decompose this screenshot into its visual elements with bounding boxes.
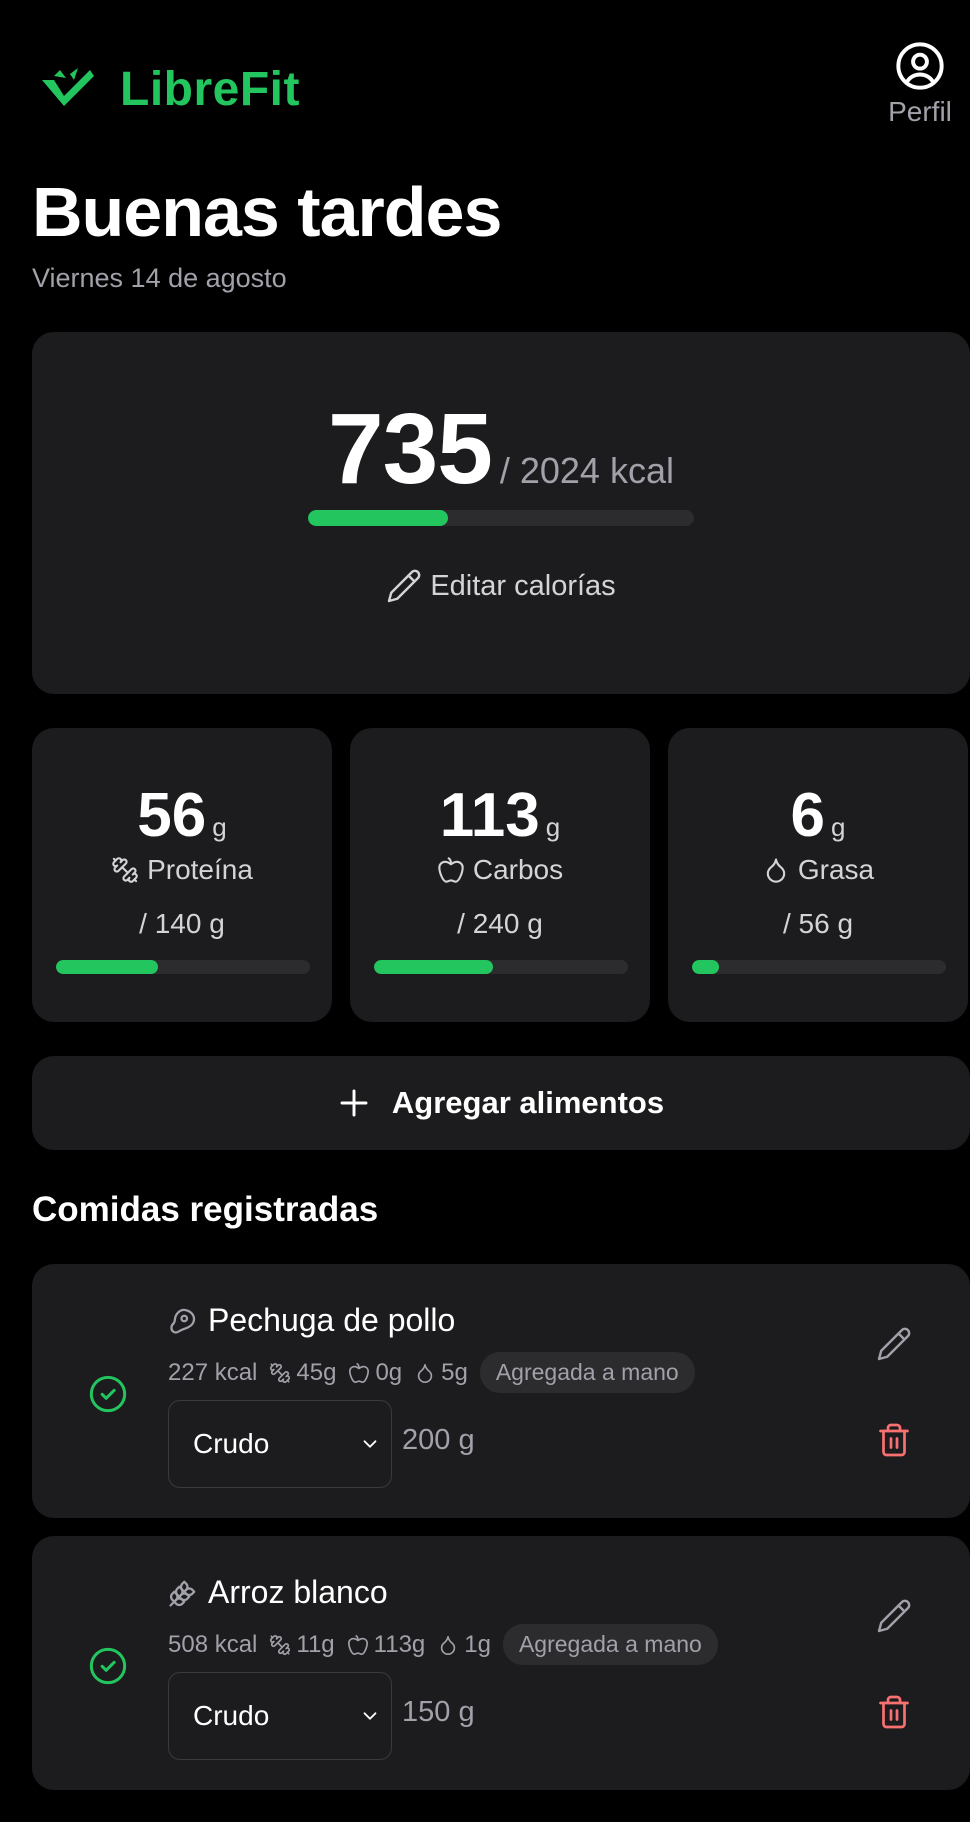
chevron-down-icon — [359, 1705, 381, 1727]
logged-meals-title: Comidas registradas — [32, 1190, 379, 1229]
meal-fat-value: 5g — [441, 1358, 468, 1386]
meal-title: Arroz blanco — [168, 1574, 388, 1611]
macro-goal: / 240 g — [457, 908, 543, 939]
meal-stats: 508 kcal 11g 113g 1g Agregada a mano — [168, 1624, 718, 1665]
macro-card-fat: 6g Grasa / 56 g — [668, 728, 968, 1022]
macro-goal: / 56 g — [782, 908, 854, 939]
meal-kcal: 508 kcal — [168, 1630, 258, 1658]
calories-consumed: 735 — [328, 393, 493, 505]
meal-fat: 5g — [414, 1359, 468, 1387]
chevron-down-icon — [359, 1433, 381, 1455]
macro-value-row: 6g — [668, 780, 968, 851]
meal-carbs: 0g — [348, 1359, 402, 1387]
macro-value: 56 — [137, 781, 207, 850]
meal-title: Pechuga de pollo — [168, 1302, 455, 1339]
macro-progress-fill — [692, 960, 720, 974]
dumbbell-icon — [269, 1362, 291, 1384]
preparation-value: Crudo — [193, 1428, 270, 1459]
edit-meal-pencil-icon[interactable] — [876, 1326, 912, 1362]
drop-icon — [762, 856, 790, 884]
add-food-label: Agregar alimentos — [391, 1085, 665, 1120]
greeting-title: Buenas tardes — [32, 173, 502, 251]
app-header: LibreFit Perfil — [0, 0, 970, 150]
meal-fat-value: 1g — [464, 1630, 491, 1658]
preparation-value: Crudo — [193, 1700, 270, 1731]
meal-carbs: 113g — [347, 1630, 426, 1659]
meal-protein-value: 45g — [296, 1358, 337, 1386]
edit-meal-pencil-icon[interactable] — [876, 1598, 912, 1634]
macro-goal: / 140 g — [139, 908, 225, 939]
macro-value-row: 56 g — [32, 780, 332, 851]
macro-value: 113 — [439, 781, 540, 850]
app-name: LibreFit — [120, 63, 300, 116]
meal-name: Arroz blanco — [208, 1574, 388, 1610]
drop-icon — [437, 1634, 459, 1656]
meal-name: Pechuga de pollo — [208, 1302, 456, 1338]
delete-meal-trash-icon[interactable] — [876, 1694, 912, 1730]
apple-icon — [348, 1362, 370, 1384]
meal-item: Arroz blanco 508 kcal 11g 113g 1g Agrega… — [32, 1536, 970, 1790]
delete-meal-trash-icon[interactable] — [876, 1422, 912, 1458]
calories-card: 735/ 2024 kcal Editar calorías — [32, 332, 970, 694]
app-logo[interactable]: LibreFit — [40, 63, 300, 116]
meal-item: Pechuga de pollo 227 kcal 45g 0g 5g Agre… — [32, 1264, 970, 1518]
macro-name: Grasa — [797, 854, 875, 885]
macro-card-carbs: 113 g Carbos / 240 g — [350, 728, 650, 1022]
meal-kcal: 227 kcal — [168, 1358, 258, 1386]
edit-calories-button[interactable]: Editar calorías — [32, 568, 970, 604]
macro-label: Grasa — [668, 854, 968, 886]
macro-label: Carbos — [350, 854, 650, 886]
meal-protein-value: 11g — [296, 1630, 335, 1658]
meat-icon — [168, 1306, 198, 1336]
macro-unit: g — [212, 812, 227, 842]
add-food-button[interactable]: Agregar alimentos — [32, 1056, 970, 1150]
check-circle-icon[interactable] — [88, 1646, 128, 1686]
meal-carbs-value: 0g — [375, 1358, 403, 1386]
profile-label: Perfil — [888, 96, 952, 127]
calories-progress-fill — [308, 510, 449, 526]
macro-progress-fill — [56, 960, 158, 974]
apple-icon — [347, 1634, 369, 1656]
apple-icon — [437, 856, 465, 884]
macro-value-row: 113 g — [350, 780, 650, 851]
dumbbell-icon — [269, 1634, 291, 1656]
macro-progress-bar — [692, 960, 946, 974]
drop-icon — [414, 1362, 436, 1384]
check-circle-icon[interactable] — [88, 1374, 128, 1414]
meal-carbs-value: 113g — [373, 1630, 426, 1658]
macro-value: 6 — [790, 781, 825, 850]
meal-protein: 45g — [269, 1359, 336, 1387]
macro-progress-fill — [374, 960, 494, 974]
profile-button[interactable]: Perfil — [880, 40, 960, 128]
preparation-select[interactable]: Crudo — [168, 1672, 392, 1760]
calories-summary: 735/ 2024 kcal — [32, 392, 970, 507]
macro-unit: g — [545, 812, 561, 842]
meal-protein: 11g — [269, 1630, 335, 1659]
meal-fat: 1g — [437, 1631, 491, 1659]
meal-source-badge: Agregada a mano — [502, 1624, 718, 1665]
edit-calories-label: Editar calorías — [430, 569, 616, 602]
wheat-icon — [168, 1578, 198, 1608]
current-date: Viernes 14 de agosto — [32, 263, 287, 293]
meal-source-badge: Agregada a mano — [479, 1352, 695, 1393]
dumbbell-icon — [111, 856, 139, 884]
user-circle-icon — [896, 42, 944, 90]
preparation-select[interactable]: Crudo — [168, 1400, 392, 1488]
pencil-icon — [386, 568, 422, 604]
meal-weight[interactable]: 200 g — [402, 1424, 475, 1457]
plus-icon — [340, 1089, 368, 1117]
macro-unit: g — [831, 812, 846, 842]
macro-name: Carbos — [472, 854, 564, 885]
macro-progress-bar — [374, 960, 628, 974]
calories-progress-bar — [308, 510, 694, 526]
macro-label: Proteína — [32, 854, 332, 886]
logo-checkmark-icon — [42, 68, 94, 106]
meal-weight[interactable]: 150 g — [402, 1696, 475, 1729]
macro-card-protein: 56 g Proteína / 140 g — [32, 728, 332, 1022]
macro-name: Proteína — [147, 854, 253, 885]
calories-goal: / 2024 kcal — [499, 450, 674, 491]
meal-stats: 227 kcal 45g 0g 5g Agregada a mano — [168, 1352, 695, 1393]
macro-progress-bar — [56, 960, 310, 974]
